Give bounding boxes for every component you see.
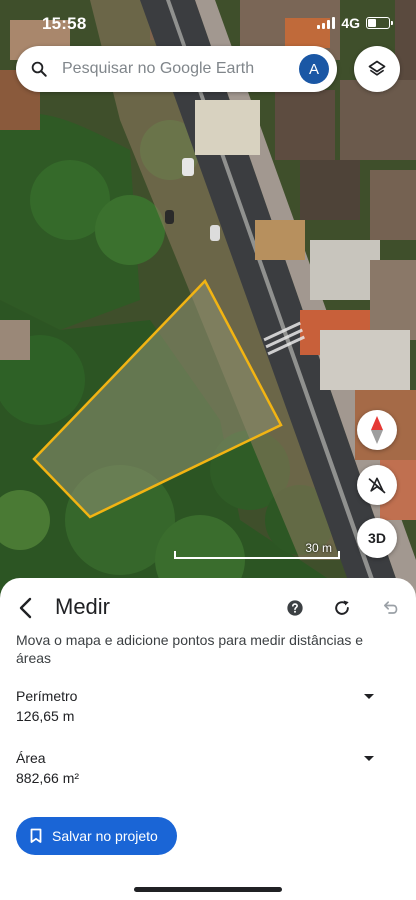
chevron-down-icon[interactable]	[364, 756, 374, 761]
area-value: 882,66 m²	[16, 770, 80, 786]
measure-panel-header: Medir	[0, 592, 416, 626]
scale-label: 30 m	[305, 541, 332, 555]
signal-icon	[317, 17, 336, 29]
search-input[interactable]	[62, 54, 290, 84]
perimeter-row[interactable]: Perímetro 126,65 m	[16, 688, 386, 728]
status-bar: 15:58 4G	[0, 0, 416, 44]
back-button[interactable]	[10, 593, 40, 623]
area-label: Área	[16, 750, 46, 766]
tilt-button[interactable]	[357, 465, 397, 505]
measure-panel: Medir Mova o mapa e adicione pontos para…	[0, 578, 416, 900]
panel-title: Medir	[55, 594, 111, 619]
layers-icon	[368, 60, 386, 76]
3d-toggle-button[interactable]: 3D	[357, 518, 397, 558]
avatar[interactable]: A	[299, 54, 329, 84]
undo-button[interactable]	[375, 594, 403, 622]
redo-icon	[335, 600, 349, 615]
help-icon	[287, 600, 303, 616]
perimeter-value: 126,65 m	[16, 708, 75, 724]
search-bar[interactable]: A	[16, 46, 337, 92]
measure-instruction: Mova o mapa e adicione pontos para medir…	[16, 632, 364, 666]
layers-button[interactable]	[354, 46, 400, 92]
battery-icon	[366, 17, 393, 29]
home-indicator[interactable]	[134, 887, 282, 892]
save-to-project-button[interactable]: Salvar no projeto	[16, 817, 177, 855]
compass-button[interactable]	[357, 410, 397, 450]
undo-icon	[384, 601, 398, 614]
redo-button[interactable]	[328, 594, 356, 622]
status-indicators: 4G	[317, 15, 393, 31]
scale-bar: 30 m	[174, 541, 340, 559]
compass-icon	[371, 416, 383, 444]
area-row[interactable]: Área 882,66 m²	[16, 750, 386, 790]
satellite-map[interactable]: 15:58 4G A 3D	[0, 0, 416, 600]
bookmark-icon	[30, 828, 42, 844]
back-arrow-icon	[19, 597, 32, 619]
status-time: 15:58	[42, 14, 87, 33]
chevron-down-icon[interactable]	[364, 694, 374, 699]
help-button[interactable]	[281, 594, 309, 622]
tilt-icon	[368, 477, 386, 494]
network-label: 4G	[341, 15, 360, 31]
perimeter-label: Perímetro	[16, 688, 78, 704]
save-button-label: Salvar no projeto	[52, 828, 158, 844]
search-icon	[16, 46, 62, 92]
